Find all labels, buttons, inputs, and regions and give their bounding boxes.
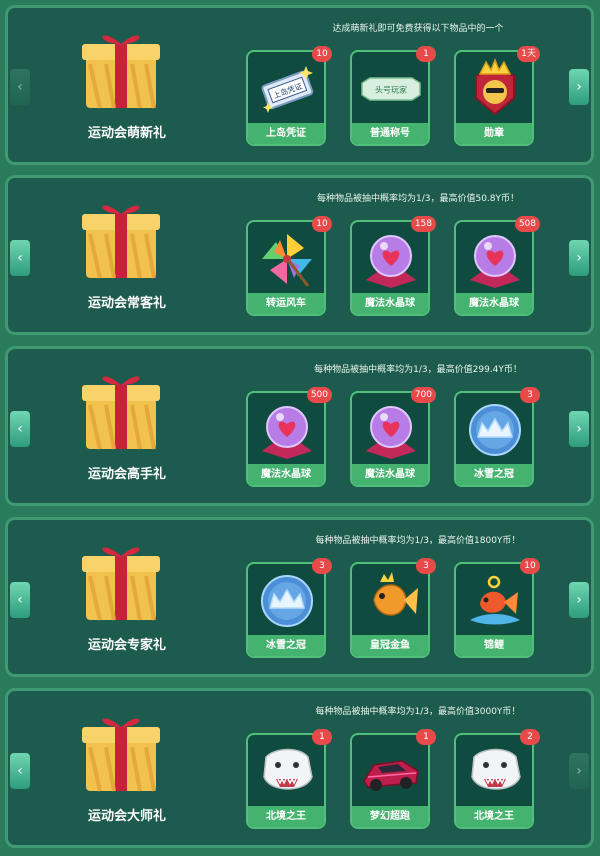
item-name: 皇冠金鱼 xyxy=(352,635,428,656)
koi-icon xyxy=(470,575,520,625)
pinwheel-icon xyxy=(262,234,312,287)
count-badge: 700 xyxy=(410,387,436,403)
reward-item[interactable]: 北境之王 2 xyxy=(454,729,540,835)
count-badge: 500 xyxy=(306,387,332,403)
gift-panel-1: 运动会萌新礼 达成萌新礼即可免费获得以下物品中的一个 上岛凭证 上岛凭证 10 … xyxy=(5,5,594,165)
crown-medal-icon xyxy=(475,58,515,116)
item-name: 冰雪之冠 xyxy=(456,464,532,485)
gift-title: 运动会萌新礼 xyxy=(87,126,166,141)
goldfish-icon xyxy=(373,572,418,616)
count-badge: 10 xyxy=(312,46,332,62)
gift-box-icon xyxy=(82,376,160,450)
gift-title: 运动会专家礼 xyxy=(87,638,166,653)
reward-item[interactable]: 梦幻超跑 1 xyxy=(350,729,436,835)
svg-text:头号玩家: 头号玩家 xyxy=(375,85,407,95)
reward-item[interactable]: 皇冠金鱼 3 xyxy=(350,558,436,664)
count-badge: 1天 xyxy=(517,46,540,62)
reward-item[interactable]: 勋章 1天 xyxy=(454,46,540,152)
reward-item[interactable]: 北境之王 1 xyxy=(246,729,332,835)
item-name: 勋章 xyxy=(456,123,532,144)
item-name: 冰雪之冠 xyxy=(248,635,324,656)
count-badge: 10 xyxy=(520,558,540,574)
item-name: 转运风车 xyxy=(248,293,324,314)
prev-arrow-button[interactable]: ‹ xyxy=(10,411,30,447)
gift-description: 每种物品被抽中概率均为1/3，最高价值299.4Y币！ xyxy=(314,365,522,375)
count-badge: 508 xyxy=(514,216,540,232)
reward-item[interactable]: 头号玩家 普通称号 1 xyxy=(350,46,436,152)
count-badge: 3 xyxy=(312,558,332,574)
polar-bear-icon xyxy=(471,748,521,790)
gift-title: 运动会大师礼 xyxy=(87,809,166,824)
gift-description: 达成萌新礼即可免费获得以下物品中的一个 xyxy=(332,24,504,34)
prev-arrow-button[interactable]: ‹ xyxy=(10,69,30,105)
gift-description: 每种物品被抽中概率均为1/3，最高价值3000Y币！ xyxy=(315,707,521,717)
reward-item[interactable]: 冰雪之冠 3 xyxy=(246,558,332,664)
reward-item[interactable]: 魔法水晶球 500 xyxy=(246,387,332,493)
gift-panel-4: 运动会专家礼 每种物品被抽中概率均为1/3，最高价值1800Y币！ 冰雪之冠 3… xyxy=(5,517,594,677)
ticket-icon: 上岛凭证 xyxy=(261,66,314,113)
next-arrow-button[interactable]: › xyxy=(569,753,589,789)
ice-crown-icon xyxy=(469,404,521,456)
reward-item[interactable]: 魔法水晶球 158 xyxy=(350,216,436,322)
crystal-ball-icon xyxy=(262,406,312,459)
polar-bear-icon xyxy=(263,748,313,790)
prev-arrow-button[interactable]: ‹ xyxy=(10,753,30,789)
count-badge: 3 xyxy=(416,558,436,574)
count-badge: 158 xyxy=(410,216,436,232)
gift-panel-2: 运动会常客礼 每种物品被抽中概率均为1/3，最高价值50.8Y币！ 转运风车 1… xyxy=(5,175,594,335)
reward-item[interactable]: 锦鲤 10 xyxy=(454,558,540,664)
next-arrow-button[interactable]: › xyxy=(569,582,589,618)
item-name: 魔法水晶球 xyxy=(248,464,324,485)
next-arrow-button[interactable]: › xyxy=(569,69,589,105)
count-badge: 3 xyxy=(520,387,540,403)
reward-item[interactable]: 魔法水晶球 508 xyxy=(454,216,540,322)
reward-item[interactable]: 转运风车 10 xyxy=(246,216,332,322)
next-arrow-button[interactable]: › xyxy=(569,240,589,276)
crystal-ball-icon xyxy=(470,235,520,288)
count-badge: 2 xyxy=(520,729,540,745)
count-badge: 1 xyxy=(416,729,436,745)
item-name: 魔法水晶球 xyxy=(352,464,428,485)
gift-panel-3: 运动会高手礼 每种物品被抽中概率均为1/3，最高价值299.4Y币！ 魔法水晶球… xyxy=(5,346,594,506)
gift-box-icon xyxy=(82,35,160,109)
item-name: 魔法水晶球 xyxy=(352,293,428,314)
gift-box-icon xyxy=(82,547,160,621)
item-name: 普通称号 xyxy=(352,123,428,144)
gift-box-icon xyxy=(82,718,160,792)
race-car-icon xyxy=(363,760,419,791)
item-name: 魔法水晶球 xyxy=(456,293,532,314)
item-name: 北境之王 xyxy=(248,806,324,827)
count-badge: 10 xyxy=(312,216,332,232)
reward-item[interactable]: 魔法水晶球 700 xyxy=(350,387,436,493)
item-name: 梦幻超跑 xyxy=(352,806,428,827)
crystal-ball-icon xyxy=(366,406,416,459)
crystal-ball-icon xyxy=(366,235,416,288)
title-tag-icon: 头号玩家 xyxy=(361,77,421,101)
count-badge: 1 xyxy=(416,46,436,62)
reward-item[interactable]: 冰雪之冠 3 xyxy=(454,387,540,493)
prev-arrow-button[interactable]: ‹ xyxy=(10,240,30,276)
gift-description: 每种物品被抽中概率均为1/3，最高价值1800Y币！ xyxy=(315,536,521,546)
reward-item[interactable]: 上岛凭证 上岛凭证 10 xyxy=(246,46,332,152)
item-name: 上岛凭证 xyxy=(248,123,324,144)
gift-title: 运动会常客礼 xyxy=(87,296,166,311)
gift-panel-5: 运动会大师礼 每种物品被抽中概率均为1/3，最高价值3000Y币！ 北境之王 1 xyxy=(5,688,594,848)
prev-arrow-button[interactable]: ‹ xyxy=(10,582,30,618)
ice-crown-icon xyxy=(261,575,313,627)
item-name: 北境之王 xyxy=(456,806,532,827)
count-badge: 1 xyxy=(312,729,332,745)
item-name: 锦鲤 xyxy=(456,635,532,656)
next-arrow-button[interactable]: › xyxy=(569,411,589,447)
gift-title: 运动会高手礼 xyxy=(87,467,166,482)
gift-description: 每种物品被抽中概率均为1/3，最高价值50.8Y币！ xyxy=(316,194,520,204)
gift-box-icon xyxy=(82,205,160,279)
